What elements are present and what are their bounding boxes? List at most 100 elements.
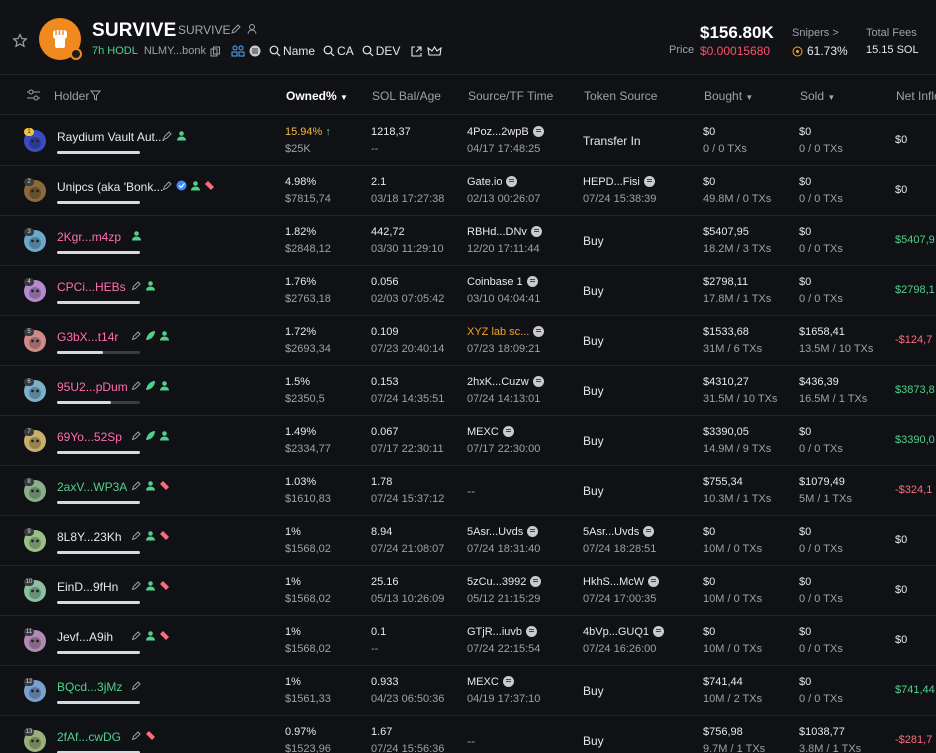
search-name-link[interactable]: Name (269, 44, 315, 58)
holder-address[interactable]: CPCi...HEBs (57, 280, 126, 294)
funding-source[interactable]: 5Asr...Uvds (467, 526, 539, 538)
funding-source[interactable]: MEXC (467, 426, 514, 438)
funding-source[interactable]: MEXC (467, 676, 514, 688)
holder-address[interactable]: BQcd...3jMz (57, 680, 122, 694)
holder-address[interactable]: 2fAf...cwDG (57, 730, 121, 744)
user-icon[interactable] (159, 430, 170, 444)
edit-icon[interactable] (131, 430, 142, 444)
funding-source[interactable]: 2hxK...Cuzw (467, 376, 544, 388)
holder-address[interactable]: EinD...9fHn (57, 580, 118, 594)
holder-address[interactable]: 2Kgr...m4zp (57, 230, 121, 244)
table-row[interactable]: 5 G3bX...t14r 1.72% $2693,34 0.109 07/23… (0, 316, 936, 366)
edit-icon[interactable] (230, 23, 242, 35)
table-row[interactable]: 13 2fAf...cwDG 0.97% $1523,96 1.67 07/24… (0, 716, 936, 753)
user-icon[interactable] (145, 280, 156, 294)
user-icon[interactable] (190, 180, 201, 194)
token-source[interactable]: HEPD...Fisi (583, 176, 655, 188)
funding-source[interactable]: XYZ lab sc... (467, 326, 545, 338)
tag-icon[interactable] (159, 530, 170, 544)
copy-icon[interactable] (210, 46, 221, 57)
funding-source[interactable]: GTjR...iuvb (467, 626, 538, 638)
table-row[interactable]: 11 Jevf...A9ih 1% $1568,02 0.1 -- GTjR..… (0, 616, 936, 666)
holder-address[interactable]: 2axV...WP3A (57, 480, 127, 494)
edit-icon[interactable] (131, 280, 142, 294)
user-icon[interactable] (159, 330, 170, 344)
edit-icon[interactable] (162, 130, 173, 144)
tag-icon[interactable] (159, 580, 170, 594)
column-source-time[interactable]: Source/TF Time (468, 89, 553, 103)
table-row[interactable]: 6 95U2...pDum 1.5% $2350,5 0.153 07/24 1… (0, 366, 936, 416)
funding-time: 05/12 21:15:29 (467, 593, 541, 605)
table-row[interactable]: 4 CPCi...HEBs 1.76% $2763,18 0.056 02/03… (0, 266, 936, 316)
tag-icon[interactable] (159, 480, 170, 494)
table-row[interactable]: 8 2axV...WP3A 1.03% $1610,83 1.78 07/24 … (0, 466, 936, 516)
edit-icon[interactable] (131, 380, 142, 394)
leaf-icon[interactable] (145, 380, 156, 394)
table-row[interactable]: 12 BQcd...3jMz 1% $1561,33 0.933 04/23 0… (0, 666, 936, 716)
column-net-inflow[interactable]: Net Inflo (896, 89, 936, 103)
table-row[interactable]: 3 2Kgr...m4zp 1.82% $2848,12 442,72 03/3… (0, 216, 936, 266)
solscan-icon[interactable] (249, 45, 261, 57)
token-source[interactable]: HkhS...McW (583, 576, 660, 588)
token-source[interactable]: 4bVp...GUQ1 (583, 626, 665, 638)
holder-address[interactable]: G3bX...t14r (57, 330, 118, 344)
tag-icon[interactable] (145, 730, 156, 744)
leaf-icon[interactable] (145, 430, 156, 444)
table-row[interactable]: 7 69Yo...52Sp 1.49% $2334,77 0.067 07/17… (0, 416, 936, 466)
edit-icon[interactable] (131, 530, 142, 544)
column-sol-balance-age[interactable]: SOL Bal/Age (372, 89, 441, 103)
holder-address[interactable]: Raydium Vault Aut... (57, 130, 165, 144)
verified-icon[interactable] (176, 180, 187, 194)
holder-address[interactable]: 8L8Y...23Kh (57, 530, 122, 544)
holders-icon[interactable] (231, 45, 245, 57)
table-row[interactable]: 1 Raydium Vault Aut... 15.94% ↑ $25K 121… (0, 116, 936, 166)
edit-icon[interactable] (162, 180, 173, 194)
column-owned-percent[interactable]: Owned% ▼ (286, 89, 348, 103)
sold-txs: 0 / 0 TXs (799, 593, 843, 605)
user-icon[interactable] (145, 630, 156, 644)
user-icon[interactable] (145, 530, 156, 544)
edit-icon[interactable] (131, 580, 142, 594)
column-sold[interactable]: Sold ▼ (800, 89, 835, 103)
edit-icon[interactable] (131, 680, 142, 694)
column-token-source[interactable]: Token Source (584, 89, 657, 103)
tag-icon[interactable] (204, 180, 215, 194)
external-link-icon[interactable] (410, 45, 423, 58)
dev-icon[interactable] (246, 23, 258, 35)
column-holder[interactable]: Holder (54, 89, 102, 103)
edit-icon[interactable] (131, 630, 142, 644)
user-icon[interactable] (159, 380, 170, 394)
user-icon[interactable] (176, 130, 187, 144)
holder-address[interactable]: 95U2...pDum (57, 380, 128, 394)
holder-address[interactable]: 69Yo...52Sp (57, 430, 122, 444)
funding-source[interactable]: 4Poz...2wpB (467, 126, 544, 138)
user-icon[interactable] (145, 480, 156, 494)
holder-tags (131, 430, 170, 444)
funding-source[interactable]: 5zCu...3992 (467, 576, 542, 588)
tag-icon[interactable] (159, 630, 170, 644)
user-icon[interactable] (131, 230, 142, 244)
filter-icon[interactable] (90, 90, 102, 101)
funding-source[interactable]: Gate.io (467, 176, 518, 188)
crown-icon[interactable] (427, 45, 443, 58)
search-ca-link[interactable]: CA (323, 44, 354, 58)
edit-icon[interactable] (131, 480, 142, 494)
search-dev-link[interactable]: DEV (362, 44, 400, 58)
favorite-star-icon[interactable] (12, 33, 28, 49)
edit-icon[interactable] (131, 330, 142, 344)
token-source[interactable]: 5Asr...Uvds (583, 526, 655, 538)
table-row[interactable]: 2 Unipcs (aka 'Bonk... 4.98% $7815,74 2.… (0, 166, 936, 216)
table-row[interactable]: 9 8L8Y...23Kh 1% $1568,02 8.94 07/24 21:… (0, 516, 936, 566)
funding-source[interactable]: Coinbase 1 (467, 276, 538, 288)
token-address[interactable]: NLMY...bonk (144, 45, 206, 57)
funding-source[interactable]: RBHd...DNv (467, 226, 542, 238)
edit-icon[interactable] (131, 730, 142, 744)
leaf-icon[interactable] (145, 330, 156, 344)
holder-address[interactable]: Unipcs (aka 'Bonk... (57, 180, 163, 194)
user-icon[interactable] (145, 580, 156, 594)
column-bought[interactable]: Bought ▼ (704, 89, 753, 103)
holder-address[interactable]: Jevf...A9ih (57, 630, 113, 644)
table-row[interactable]: 10 EinD...9fHn 1% $1568,02 25.16 05/13 1… (0, 566, 936, 616)
snipers-link[interactable]: Snipers > (792, 27, 839, 39)
settings-sliders-icon[interactable] (26, 88, 41, 102)
